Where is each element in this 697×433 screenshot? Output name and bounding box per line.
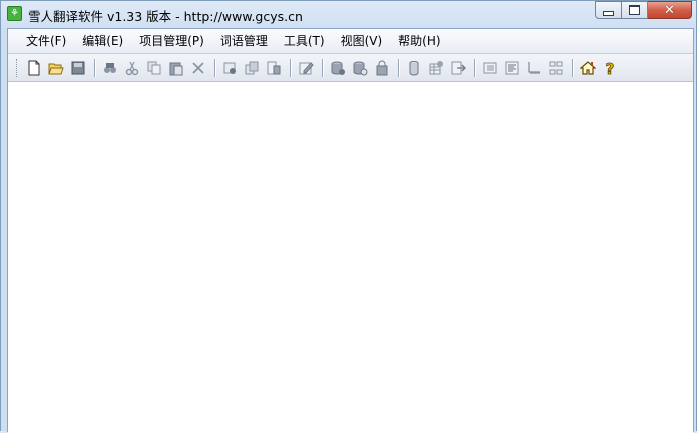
- menu-terms[interactable]: 词语管理: [212, 30, 276, 52]
- copy-record-button[interactable]: [242, 58, 262, 78]
- menu-edit[interactable]: 编辑(E): [74, 30, 131, 52]
- home-icon: [580, 60, 596, 75]
- svg-text:?: ?: [606, 60, 615, 76]
- grid-settings-icon: [429, 60, 443, 74]
- menu-file[interactable]: 文件(F): [18, 30, 74, 52]
- db-lock-button[interactable]: [372, 58, 392, 78]
- record-button[interactable]: [220, 58, 240, 78]
- copy-icon: [147, 61, 161, 74]
- open-folder-icon: [48, 63, 64, 74]
- toolbar-separator: [322, 58, 324, 77]
- save-icon: [71, 61, 85, 74]
- compare-icon: [549, 61, 563, 74]
- merge-button[interactable]: [264, 58, 284, 78]
- copy-button[interactable]: [144, 58, 164, 78]
- minimize-button[interactable]: [595, 1, 622, 19]
- app-logo-icon[interactable]: ⚘: [7, 6, 22, 21]
- edit-icon: [299, 61, 314, 74]
- find-button[interactable]: [100, 58, 120, 78]
- list-view-button[interactable]: [480, 58, 500, 78]
- align-left-icon: [505, 61, 519, 74]
- toolbar: ?: [8, 54, 693, 82]
- cut-button[interactable]: [122, 58, 142, 78]
- caption-buttons: ✕: [595, 1, 692, 20]
- window-title: 雪人翻译软件 v1.33 版本 - http://www.gcys.cn: [28, 9, 303, 24]
- paste-button[interactable]: [166, 58, 186, 78]
- ruler-icon: [528, 61, 540, 74]
- help-button[interactable]: ?: [600, 58, 620, 78]
- help-icon: ?: [605, 60, 615, 76]
- merge-icon: [267, 61, 281, 74]
- export-icon: [451, 61, 466, 74]
- close-button[interactable]: ✕: [648, 1, 692, 19]
- home-button[interactable]: [578, 58, 598, 78]
- document-area[interactable]: [8, 83, 693, 433]
- db-settings-button[interactable]: [350, 58, 370, 78]
- toolbar-separator: [572, 58, 574, 77]
- toolbar-separator: [290, 58, 292, 77]
- db-lock-icon: [376, 60, 388, 75]
- toolbar-grip[interactable]: [16, 58, 20, 77]
- open-folder-button[interactable]: [46, 58, 66, 78]
- db-settings-icon: [353, 61, 368, 75]
- db-add-button[interactable]: [328, 58, 348, 78]
- menu-tools[interactable]: 工具(T): [276, 30, 333, 52]
- align-left-button[interactable]: [502, 58, 522, 78]
- cut-icon: [125, 61, 139, 75]
- cylinder-icon: [409, 60, 419, 76]
- close-icon: ✕: [664, 2, 675, 18]
- cylinder-button[interactable]: [404, 58, 424, 78]
- menu-view[interactable]: 视图(V): [333, 30, 391, 52]
- toolbar-separator: [214, 58, 216, 77]
- menu-project[interactable]: 项目管理(P): [131, 30, 212, 52]
- copy-record-icon: [245, 61, 259, 74]
- delete-button[interactable]: [188, 58, 208, 78]
- app-window: ⚘ 雪人翻译软件 v1.33 版本 - http://www.gcys.cn ✕…: [0, 0, 697, 433]
- title-bar[interactable]: ⚘ 雪人翻译软件 v1.33 版本 - http://www.gcys.cn ✕: [1, 1, 696, 27]
- toolbar-separator: [474, 58, 476, 77]
- edit-button[interactable]: [296, 58, 316, 78]
- maximize-icon: [629, 5, 640, 15]
- list-view-icon: [483, 62, 497, 73]
- grid-settings-button[interactable]: [426, 58, 446, 78]
- compare-button[interactable]: [546, 58, 566, 78]
- new-file-icon: [28, 60, 40, 75]
- maximize-button[interactable]: [622, 1, 648, 19]
- db-add-icon: [331, 61, 345, 75]
- new-file-button[interactable]: [24, 58, 44, 78]
- paste-icon: [169, 62, 183, 75]
- toolbar-separator: [94, 58, 96, 77]
- toolbar-separator: [398, 58, 400, 77]
- menu-bar: 文件(F) 编辑(E) 项目管理(P) 词语管理 工具(T) 视图(V) 帮助(H): [8, 29, 693, 54]
- record-icon: [223, 62, 236, 74]
- minimize-icon: [603, 10, 614, 16]
- ruler-button[interactable]: [524, 58, 544, 78]
- delete-icon: [192, 61, 204, 74]
- export-button[interactable]: [448, 58, 468, 78]
- client-area: 文件(F) 编辑(E) 项目管理(P) 词语管理 工具(T) 视图(V) 帮助(H) ?: [7, 28, 694, 433]
- menu-help[interactable]: 帮助(H): [390, 30, 448, 52]
- find-icon: [104, 62, 116, 73]
- save-button[interactable]: [68, 58, 88, 78]
